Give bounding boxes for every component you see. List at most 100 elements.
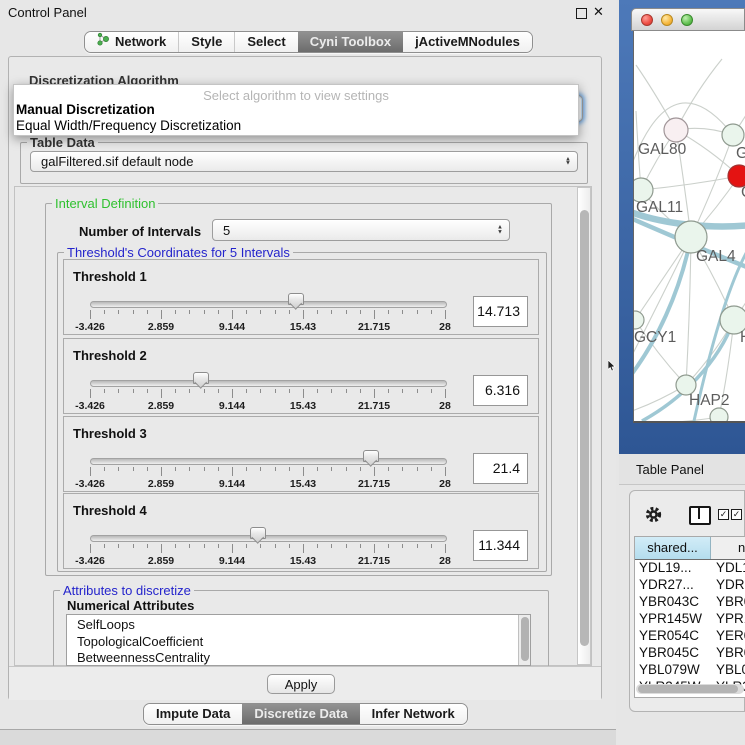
table-data-combobox-value: galFiltered.sif default node	[41, 154, 193, 169]
traffic-light-minimize-icon[interactable]	[661, 14, 673, 26]
table-data-combobox[interactable]: galFiltered.sif default node ▲▼	[30, 151, 578, 172]
tab-network[interactable]: Network	[85, 32, 178, 52]
table-row[interactable]: YPR145WYPR1	[635, 611, 745, 628]
algorithm-option[interactable]: Equal Width/Frequency Discretization	[14, 118, 578, 134]
network-node[interactable]	[634, 311, 644, 329]
slider-thumb[interactable]	[288, 293, 304, 305]
tick-mark	[147, 544, 148, 548]
network-window-titlebar[interactable]	[631, 8, 745, 31]
column-header-shared-name[interactable]: shared...	[635, 537, 711, 559]
tick-label: -3.426	[75, 321, 105, 333]
tick-label: 28	[439, 400, 451, 412]
slider-thumb[interactable]	[193, 372, 209, 384]
tick-label: 2.859	[148, 555, 174, 567]
threshold-value-field[interactable]: 21.4	[473, 453, 528, 484]
tick-mark	[289, 467, 290, 471]
apply-button[interactable]: Apply	[267, 674, 335, 694]
tick-mark	[189, 389, 190, 393]
algorithm-option[interactable]: Manual Discretization	[14, 102, 578, 118]
checkbox-icon[interactable]: ✓	[718, 509, 729, 520]
tab-select[interactable]: Select	[234, 32, 297, 52]
attribute-item[interactable]: SelfLoops	[77, 617, 530, 634]
tick-mark	[417, 467, 418, 471]
network-node[interactable]	[664, 118, 688, 142]
tick-mark	[133, 544, 134, 548]
list-scrollbar[interactable]	[518, 615, 530, 665]
algorithm-dropdown-popup: Select algorithm to view settings Manual…	[13, 84, 579, 136]
threshold-value-field[interactable]: 11.344	[473, 530, 528, 561]
traffic-light-close-icon[interactable]	[641, 14, 653, 26]
network-canvas[interactable]: GAL80GACGAL11GAL4GCY1HHAP2	[633, 31, 745, 423]
tab-impute-data[interactable]: Impute Data	[144, 704, 242, 724]
table-row[interactable]: YBL079WYBL0	[635, 662, 745, 679]
slider-track[interactable]	[90, 380, 447, 387]
tick-mark	[317, 467, 318, 471]
tick-mark	[90, 310, 91, 319]
tab-style[interactable]: Style	[178, 32, 234, 52]
tick-mark	[175, 310, 176, 314]
close-icon[interactable]: ✕	[593, 4, 604, 20]
threshold-value-field[interactable]: 6.316	[473, 375, 528, 406]
tick-mark	[374, 310, 375, 319]
tick-label: 21.715	[358, 321, 390, 333]
tick-mark	[246, 389, 247, 393]
slider-tick-labels: -3.4262.8599.14415.4321.71528	[90, 400, 445, 412]
tick-mark	[204, 544, 205, 548]
vertical-scrollbar[interactable]	[577, 187, 591, 665]
cell-shared-name: YDR27...	[635, 577, 711, 594]
column-header-name[interactable]: na	[711, 537, 745, 559]
tick-mark	[260, 389, 261, 393]
tick-label: 9.144	[219, 400, 245, 412]
tick-mark	[303, 310, 304, 319]
list-scrollbar-thumb[interactable]	[521, 617, 529, 661]
tab-label: Cyni Toolbox	[310, 32, 391, 52]
table-row[interactable]: YBR043CYBR0	[635, 594, 745, 611]
traffic-light-zoom-icon[interactable]	[681, 14, 693, 26]
network-node[interactable]	[710, 408, 728, 421]
tab-jactivemnodules[interactable]: jActiveMNodules	[403, 32, 532, 52]
horizontal-scrollbar[interactable]	[636, 684, 744, 694]
table-row[interactable]: YBR045CYBR0	[635, 645, 745, 662]
tick-mark	[374, 389, 375, 398]
threshold-value-field[interactable]: 14.713	[473, 296, 528, 327]
attribute-item[interactable]: BetweennessCentrality	[77, 650, 530, 666]
tick-mark	[275, 467, 276, 471]
slider-track[interactable]	[90, 301, 447, 308]
split-view-icon[interactable]	[689, 506, 711, 525]
attribute-item[interactable]: TopologicalCoefficient	[77, 634, 530, 651]
cell-name: YDR2	[711, 577, 745, 594]
threshold-box: Threshold 1-3.4262.8599.14415.4321.71528…	[63, 259, 539, 335]
checkbox-icon[interactable]: ✓	[731, 509, 742, 520]
tick-mark	[331, 310, 332, 314]
float-window-icon[interactable]	[576, 8, 587, 19]
table-row[interactable]: YIL052CYIL0	[635, 696, 745, 698]
node-label: GCY1	[634, 329, 676, 346]
tick-mark	[260, 467, 261, 471]
algorithm-option-list: Manual DiscretizationEqual Width/Frequen…	[14, 102, 578, 133]
tick-mark	[303, 389, 304, 398]
tick-mark	[189, 544, 190, 548]
scrollbar-thumb[interactable]	[580, 210, 589, 646]
number-of-intervals-combobox[interactable]: 5 ▲▼	[212, 219, 510, 241]
table-row[interactable]: YDR27...YDR2	[635, 577, 745, 594]
network-node[interactable]	[722, 124, 744, 146]
tick-mark	[246, 467, 247, 471]
attributes-list[interactable]: SelfLoopsTopologicalCoefficientBetweenne…	[66, 614, 531, 666]
table-row[interactable]: YER054CYER0	[635, 628, 745, 645]
slider-thumb[interactable]	[363, 450, 379, 462]
numerical-attributes-label: Numerical Attributes	[64, 598, 197, 613]
tab-infer-network[interactable]: Infer Network	[360, 704, 467, 724]
gear-icon[interactable]	[645, 506, 662, 523]
slider-thumb[interactable]	[250, 527, 266, 539]
slider-track[interactable]	[90, 535, 447, 542]
tick-mark	[232, 310, 233, 319]
tick-mark	[360, 389, 361, 393]
tick-mark	[331, 467, 332, 471]
slider-track[interactable]	[90, 458, 447, 465]
tick-mark	[218, 544, 219, 548]
tab-cyni-toolbox[interactable]: Cyni Toolbox	[298, 32, 403, 52]
tab-discretize-data[interactable]: Discretize Data	[242, 704, 359, 724]
horizontal-scrollbar-thumb[interactable]	[638, 685, 738, 693]
table-row[interactable]: YDL19...YDL1	[635, 560, 745, 577]
tick-mark	[90, 544, 91, 553]
